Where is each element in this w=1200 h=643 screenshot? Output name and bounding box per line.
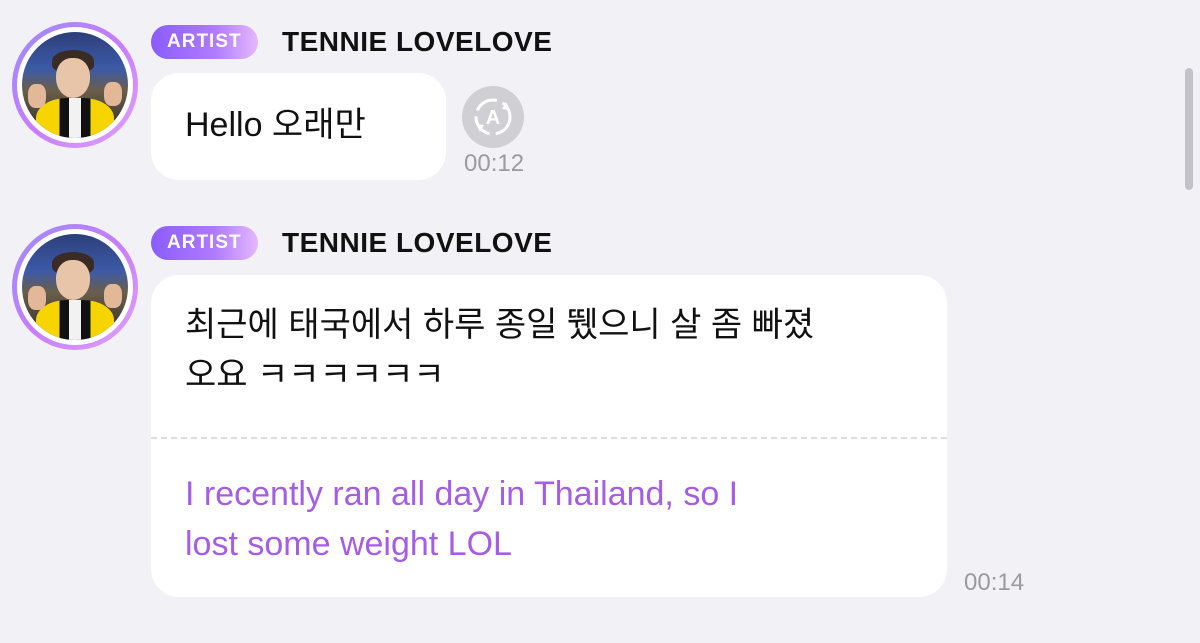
message-time: 00:12 xyxy=(464,150,525,177)
avatar-photo xyxy=(22,234,128,340)
translation-text-line: I recently ran all day in Thailand, so I xyxy=(185,475,739,513)
translation-text-line: lost some weight LOL xyxy=(185,525,512,563)
avatar[interactable] xyxy=(12,22,138,148)
artist-badge: ARTIST xyxy=(151,226,258,260)
message-bubble[interactable]: Hello 오래만 xyxy=(151,73,446,180)
scrollbar[interactable] xyxy=(1185,68,1193,190)
sender-name[interactable]: TENNIE LOVELOVE xyxy=(282,227,552,259)
message-text-line: 오요 ㅋㅋㅋㅋㅋㅋ xyxy=(185,356,445,394)
avatar[interactable] xyxy=(12,224,138,350)
message-text: Hello 오래만 xyxy=(185,106,366,144)
message-bubble[interactable]: 최근에 태국에서 하루 종일 뛨으니 살 좀 빠졌 오요 ㅋㅋㅋㅋㅋㅋ I re… xyxy=(151,275,947,597)
svg-text:A: A xyxy=(486,107,500,129)
chat-view: ARTIST TENNIE LOVELOVE Hello 오래만 A 00:12… xyxy=(0,0,1200,643)
artist-badge: ARTIST xyxy=(151,25,258,59)
translate-a-icon: A xyxy=(474,98,512,136)
translate-button[interactable]: A xyxy=(462,86,524,148)
sender-name[interactable]: TENNIE LOVELOVE xyxy=(282,26,552,58)
avatar-photo xyxy=(22,32,128,138)
message-text-line: 최근에 태국에서 하루 종일 뛨으니 살 좀 빠졌 xyxy=(185,306,815,344)
message-time: 00:14 xyxy=(964,569,1025,596)
